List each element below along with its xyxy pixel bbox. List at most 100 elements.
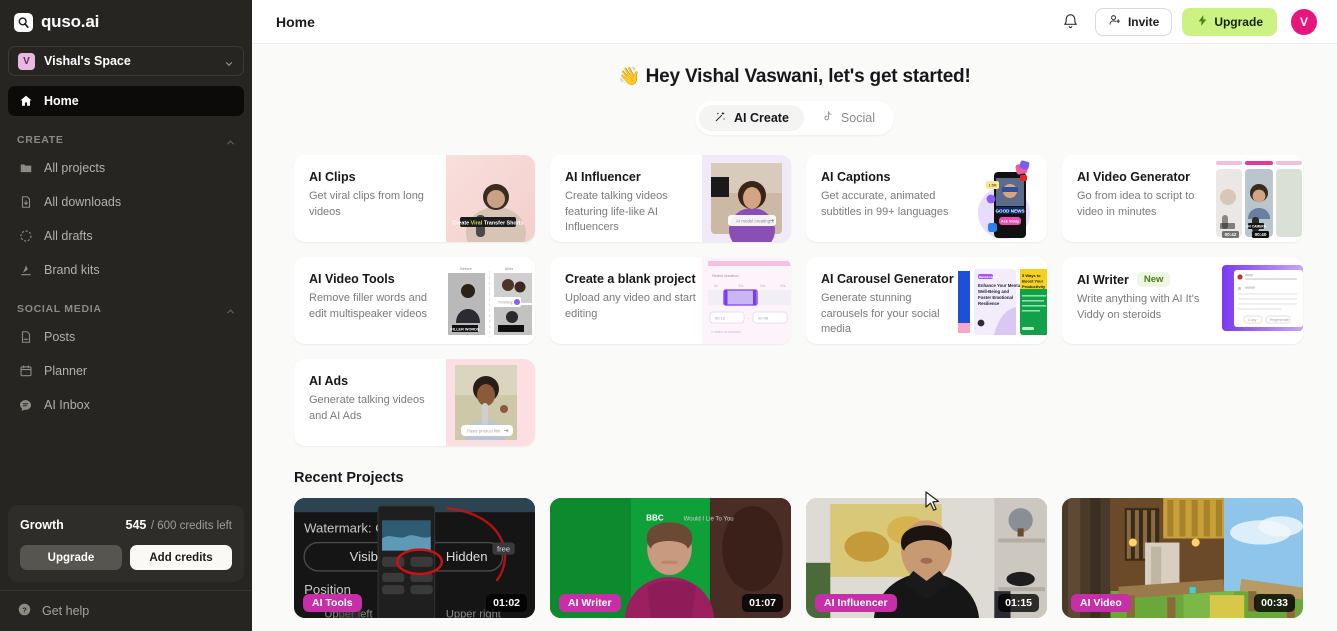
- new-badge: New: [1136, 272, 1171, 287]
- card-title-text: AI Captions: [821, 170, 891, 184]
- project-card-ai-writer[interactable]: BBC Would I Lie To You AI Writer 01:07: [550, 498, 791, 618]
- sidebar-item-ai-inbox[interactable]: AI Inbox: [8, 390, 244, 420]
- page-title: Home: [276, 13, 315, 30]
- sidebar-item-all-projects[interactable]: All projects: [8, 153, 244, 183]
- card-ai-captions[interactable]: AI Captions Get accurate, animated subti…: [806, 155, 1047, 242]
- user-avatar[interactable]: V: [1291, 8, 1317, 35]
- ai-writer-thumb: Copy Regenerate: [1214, 257, 1303, 344]
- card-title: AI Video Tools: [309, 272, 446, 286]
- svg-text:Trimming…: Trimming…: [498, 300, 515, 304]
- tab-ai-create[interactable]: AI Create: [699, 105, 804, 131]
- card-ai-clips[interactable]: AI Clips Get viral clips from long video…: [294, 155, 535, 242]
- greeting-text: Hey Vishal Vaswani, let's get started!: [645, 66, 971, 87]
- ai-video-tools-thumb: Before After Trimming… FILLER WORDS: [446, 257, 535, 344]
- workspace-selector[interactable]: V Vishal's Space: [8, 46, 244, 76]
- project-duration: 01:15: [998, 594, 1039, 612]
- sparkle-wand-icon: [714, 110, 727, 126]
- project-card-ai-influencer[interactable]: AI Influencer 01:15: [806, 498, 1047, 618]
- svg-text:5 Ways to: 5 Ways to: [1022, 273, 1041, 278]
- brand-kit-icon: [18, 263, 33, 278]
- sidebar-item-home[interactable]: Home: [8, 86, 244, 116]
- sidebar-section-label: SOCIAL MEDIA: [17, 303, 102, 315]
- svg-text:?: ?: [22, 605, 27, 614]
- card-title: AI Ads: [309, 374, 446, 388]
- sidebar-item-all-drafts[interactable]: All drafts: [8, 221, 244, 251]
- svg-text:00:42: 00:42: [1225, 232, 1237, 237]
- bell-icon[interactable]: [1057, 8, 1085, 36]
- get-help-button[interactable]: ? Get help: [0, 590, 252, 631]
- sidebar-item-label: AI Inbox: [44, 398, 90, 412]
- card-title: AI Clips: [309, 170, 446, 184]
- card-text: AI Video Tools Remove filler words and e…: [294, 257, 446, 344]
- svg-text:00:48: 00:48: [758, 316, 769, 321]
- svg-text:After: After: [505, 266, 514, 271]
- project-card-ai-tools[interactable]: Watermark: CapCut Visible Hidden Positio…: [294, 498, 535, 618]
- ai-clips-thumb: Create Viral Transfer Shorts: [446, 155, 535, 242]
- sidebar-item-all-downloads[interactable]: All downloads: [8, 187, 244, 217]
- folder-icon: [18, 161, 33, 176]
- sidebar-section-social-header[interactable]: SOCIAL MEDIA: [0, 285, 252, 322]
- home-icon: [18, 94, 33, 109]
- invite-button[interactable]: Invite: [1094, 7, 1173, 36]
- sidebar-item-brand-kits[interactable]: Brand kits: [8, 255, 244, 285]
- card-text: AI Influencer Create talking videos feat…: [550, 155, 702, 242]
- credits-actions: Upgrade Add credits: [20, 545, 232, 570]
- sidebar-upgrade-button[interactable]: Upgrade: [20, 545, 122, 570]
- sidebar-item-posts[interactable]: Posts: [8, 322, 244, 352]
- card-text: AI Clips Get viral clips from long video…: [294, 155, 446, 242]
- project-duration: 00:33: [1254, 594, 1295, 612]
- add-credits-button[interactable]: Add credits: [130, 545, 232, 570]
- ai-captions-thumb: GOOD NEWS Ask Viddy 1.5M: [958, 155, 1047, 242]
- sidebar-create-list: All projects All downloads All drafts Br…: [0, 153, 252, 285]
- sidebar: quso.ai V Vishal's Space Home CREATE All…: [0, 0, 252, 631]
- chevron-up-icon[interactable]: [225, 135, 235, 145]
- svg-text:AI model creating…: AI model creating…: [736, 218, 775, 223]
- card-create-blank-project[interactable]: Create a blank project Upload any video …: [550, 257, 791, 344]
- credits-used: 545: [125, 518, 147, 532]
- card-ai-carousel-generator[interactable]: AI Carousel Generator Generate stunning …: [806, 257, 1047, 344]
- svg-text:Foster Emotional: Foster Emotional: [978, 295, 1013, 300]
- project-card-ai-video[interactable]: AI Video 00:33: [1062, 498, 1303, 618]
- card-ai-influencer[interactable]: AI Influencer Create talking videos feat…: [550, 155, 791, 242]
- main-area: Home Invite Upgrade V 👋 Hey Vishal Vaswa…: [252, 0, 1337, 631]
- card-ai-video-generator[interactable]: AI Video Generator Go from idea to scrip…: [1062, 155, 1303, 242]
- card-title-text: Create a blank project: [565, 272, 696, 286]
- svg-text:Boost Your: Boost Your: [1022, 278, 1044, 283]
- feature-card-grid: AI Clips Get viral clips from long video…: [252, 135, 1337, 446]
- brand-logo[interactable]: quso.ai: [0, 0, 252, 42]
- chevron-up-icon[interactable]: [225, 304, 235, 314]
- project-tag: AI Video: [1071, 594, 1131, 612]
- svg-text:Before: Before: [460, 266, 473, 271]
- app-root: quso.ai V Vishal's Space Home CREATE All…: [0, 0, 1337, 631]
- invite-label: Invite: [1127, 14, 1160, 29]
- svg-text:0s: 0s: [714, 284, 718, 288]
- svg-text:Mental Health: Mental Health: [979, 275, 999, 279]
- card-description: Create talking videos featuring life-lik…: [565, 190, 668, 234]
- ai-video-generator-thumb: ON CAMERA 00:40 00:42: [1214, 155, 1303, 242]
- svg-text:free: free: [497, 544, 510, 553]
- wave-emoji-icon: 👋: [618, 66, 641, 86]
- tab-social[interactable]: Social: [806, 105, 890, 131]
- svg-text:Create Viral Transfer Shorts: Create Viral Transfer Shorts: [452, 221, 523, 227]
- ai-influencer-thumb: AI model creating…: [702, 155, 791, 242]
- svg-text:FILLER WORDS: FILLER WORDS: [451, 327, 480, 331]
- sidebar-section-create-header[interactable]: CREATE: [0, 116, 252, 153]
- svg-text:Select duration: Select duration: [712, 273, 739, 278]
- project-tag: AI Tools: [303, 594, 362, 612]
- svg-text:Regenerate: Regenerate: [1270, 318, 1289, 322]
- sidebar-item-label: Posts: [44, 330, 76, 344]
- card-ai-ads[interactable]: AI Ads Generate talking videos and AI Ad…: [294, 359, 535, 446]
- card-title: AI Influencer: [565, 170, 702, 184]
- upgrade-button[interactable]: Upgrade: [1182, 7, 1277, 36]
- card-description: Go from idea to script to video in minut…: [1077, 190, 1195, 218]
- card-title: AI Writer New: [1077, 272, 1214, 287]
- card-text: AI Video Generator Go from idea to scrip…: [1062, 155, 1214, 242]
- sidebar-item-planner[interactable]: Planner: [8, 356, 244, 386]
- card-ai-video-tools[interactable]: AI Video Tools Remove filler words and e…: [294, 257, 535, 344]
- top-bar: Home Invite Upgrade V: [252, 0, 1337, 44]
- svg-text:60s: 60s: [760, 284, 766, 288]
- svg-text:Would I Lie To You: Would I Lie To You: [684, 516, 734, 522]
- svg-text:Copy: Copy: [1248, 318, 1257, 322]
- card-ai-writer[interactable]: AI Writer New Write anything with AI It'…: [1062, 257, 1303, 344]
- workspace-avatar: V: [18, 52, 35, 70]
